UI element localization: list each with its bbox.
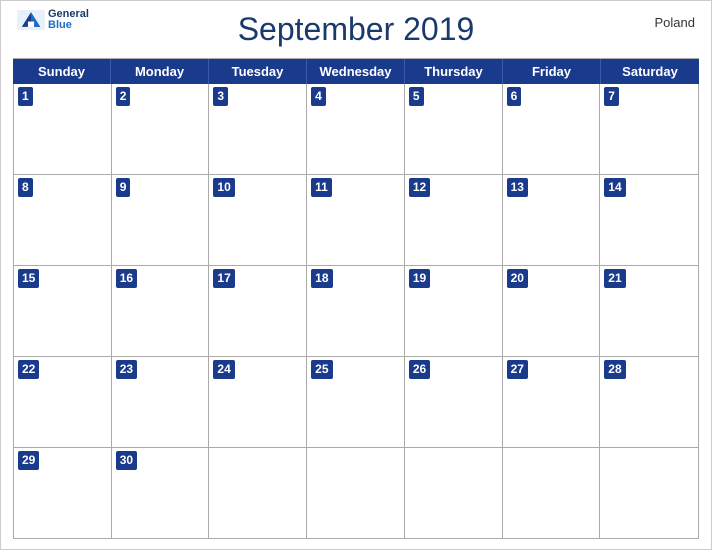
day-header-tuesday: Tuesday xyxy=(209,59,307,84)
day-header-saturday: Saturday xyxy=(601,59,699,84)
day-cell: 29 xyxy=(14,448,112,538)
day-cell: 13 xyxy=(503,175,601,265)
day-number: 22 xyxy=(18,360,39,379)
general-blue-icon xyxy=(17,10,45,30)
calendar-header: General Blue September 2019 Poland xyxy=(1,1,711,52)
day-cell: 10 xyxy=(209,175,307,265)
day-cell: 6 xyxy=(503,84,601,174)
day-number: 7 xyxy=(604,87,619,106)
day-cell: 17 xyxy=(209,266,307,356)
day-number: 25 xyxy=(311,360,332,379)
day-header-wednesday: Wednesday xyxy=(307,59,405,84)
day-number: 28 xyxy=(604,360,625,379)
week-row-5: 29 30 xyxy=(14,448,698,538)
day-number: 26 xyxy=(409,360,430,379)
day-number: 24 xyxy=(213,360,234,379)
day-number: 16 xyxy=(116,269,137,288)
day-cell: 1 xyxy=(14,84,112,174)
day-cell: 27 xyxy=(503,357,601,447)
day-cell xyxy=(209,448,307,538)
day-number: 11 xyxy=(311,178,332,197)
day-number: 13 xyxy=(507,178,528,197)
day-cell: 15 xyxy=(14,266,112,356)
logo-area: General Blue xyxy=(17,9,89,31)
day-number: 12 xyxy=(409,178,430,197)
country-label: Poland xyxy=(655,15,695,30)
weeks-area: 1234567891011121314151617181920212223242… xyxy=(13,84,699,539)
day-cell: 18 xyxy=(307,266,405,356)
day-cell: 26 xyxy=(405,357,503,447)
day-number: 20 xyxy=(507,269,528,288)
day-cell: 11 xyxy=(307,175,405,265)
calendar-grid: SundayMondayTuesdayWednesdayThursdayFrid… xyxy=(13,58,699,539)
day-cell: 24 xyxy=(209,357,307,447)
day-cell: 25 xyxy=(307,357,405,447)
day-number: 21 xyxy=(604,269,625,288)
day-number: 19 xyxy=(409,269,430,288)
day-number: 1 xyxy=(18,87,33,106)
logo-blue-text: Blue xyxy=(48,20,89,31)
day-cell xyxy=(503,448,601,538)
day-cell xyxy=(307,448,405,538)
day-cell xyxy=(600,448,698,538)
week-row-4: 22 23 24 25 26 27 28 xyxy=(14,357,698,448)
day-header-thursday: Thursday xyxy=(405,59,503,84)
day-cell: 20 xyxy=(503,266,601,356)
day-cell: 14 xyxy=(600,175,698,265)
day-number: 10 xyxy=(213,178,234,197)
day-cell: 4 xyxy=(307,84,405,174)
day-number: 9 xyxy=(116,178,131,197)
day-cell: 19 xyxy=(405,266,503,356)
day-cell: 30 xyxy=(112,448,210,538)
day-header-monday: Monday xyxy=(111,59,209,84)
day-cell: 8 xyxy=(14,175,112,265)
day-number: 3 xyxy=(213,87,228,106)
day-number: 14 xyxy=(604,178,625,197)
day-number: 27 xyxy=(507,360,528,379)
day-number: 30 xyxy=(116,451,137,470)
day-number: 17 xyxy=(213,269,234,288)
day-cell: 9 xyxy=(112,175,210,265)
day-headers: SundayMondayTuesdayWednesdayThursdayFrid… xyxy=(13,59,699,84)
day-number: 18 xyxy=(311,269,332,288)
day-header-sunday: Sunday xyxy=(13,59,111,84)
day-cell: 28 xyxy=(600,357,698,447)
day-cell: 5 xyxy=(405,84,503,174)
day-header-friday: Friday xyxy=(503,59,601,84)
day-cell: 3 xyxy=(209,84,307,174)
week-row-3: 15 16 17 18 19 20 21 xyxy=(14,266,698,357)
day-number: 8 xyxy=(18,178,33,197)
day-number: 2 xyxy=(116,87,131,106)
day-cell: 2 xyxy=(112,84,210,174)
day-cell: 7 xyxy=(600,84,698,174)
week-row-1: 1 2 3 4 5 6 7 xyxy=(14,84,698,175)
calendar-container: General Blue September 2019 Poland Sunda… xyxy=(0,0,712,550)
day-cell xyxy=(405,448,503,538)
day-number: 5 xyxy=(409,87,424,106)
day-number: 6 xyxy=(507,87,522,106)
month-title: September 2019 xyxy=(238,11,475,48)
day-cell: 16 xyxy=(112,266,210,356)
day-number: 15 xyxy=(18,269,39,288)
day-cell: 12 xyxy=(405,175,503,265)
day-number: 29 xyxy=(18,451,39,470)
week-row-2: 8 9 10 11 12 13 14 xyxy=(14,175,698,266)
day-cell: 21 xyxy=(600,266,698,356)
day-number: 4 xyxy=(311,87,326,106)
day-cell: 23 xyxy=(112,357,210,447)
day-number: 23 xyxy=(116,360,137,379)
day-cell: 22 xyxy=(14,357,112,447)
